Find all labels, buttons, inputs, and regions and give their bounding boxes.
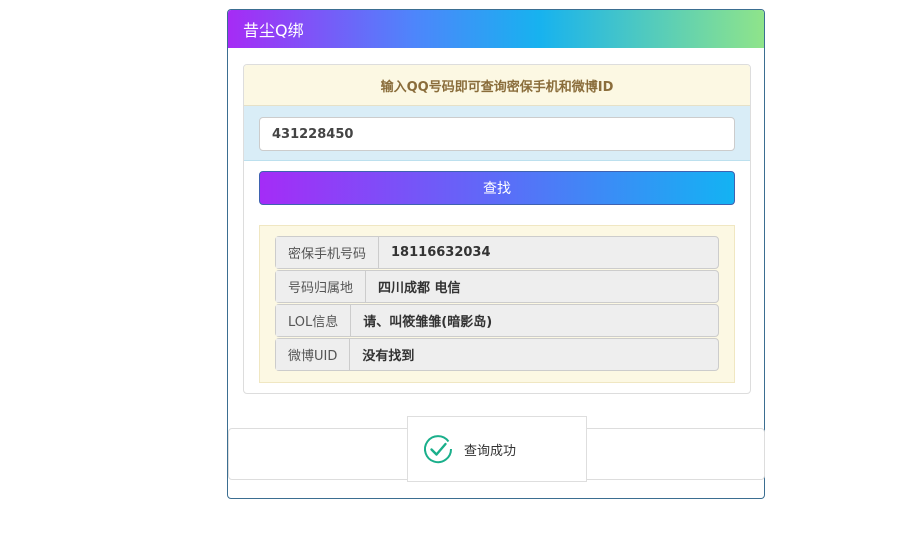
result-label: 微博UID — [276, 339, 351, 370]
result-value: 没有找到 — [362, 349, 415, 364]
toast-message: 查询成功 — [464, 443, 517, 459]
result-row-location: 号码归属地 四川成都 电信 — [275, 270, 719, 303]
result-row-lol: LOL信息 请、叫筱雏雏(暗影岛) — [275, 304, 719, 337]
result-label: 号码归属地 — [276, 271, 367, 302]
result-value: 四川成都 电信 — [378, 281, 461, 296]
main-panel: 昔尘Q绑 输入QQ号码即可查询密保手机和微博ID 查找 密保手机号码 18116… — [227, 9, 765, 499]
result-label: LOL信息 — [276, 305, 352, 336]
panel-heading: 昔尘Q绑 — [228, 10, 764, 48]
query-hint: 输入QQ号码即可查询密保手机和微博ID — [244, 65, 750, 106]
success-toast: 查询成功 — [407, 416, 587, 482]
result-row-phone: 密保手机号码 18116632034 — [275, 236, 719, 269]
result-label: 密保手机号码 — [276, 237, 380, 268]
qq-number-input[interactable] — [259, 117, 735, 151]
check-circle-icon — [424, 435, 453, 464]
result-row-weibo: 微博UID 没有找到 — [275, 338, 719, 371]
result-area: 密保手机号码 18116632034 号码归属地 四川成都 电信 LOL信息 请… — [259, 225, 735, 383]
query-box: 输入QQ号码即可查询密保手机和微博ID 查找 密保手机号码 1811663203… — [243, 64, 751, 394]
search-button[interactable]: 查找 — [259, 171, 735, 205]
result-value: 请、叫筱雏雏(暗影岛) — [363, 315, 493, 330]
panel-title: 昔尘Q绑 — [243, 21, 304, 40]
input-band — [244, 106, 750, 161]
result-value: 18116632034 — [391, 245, 491, 260]
